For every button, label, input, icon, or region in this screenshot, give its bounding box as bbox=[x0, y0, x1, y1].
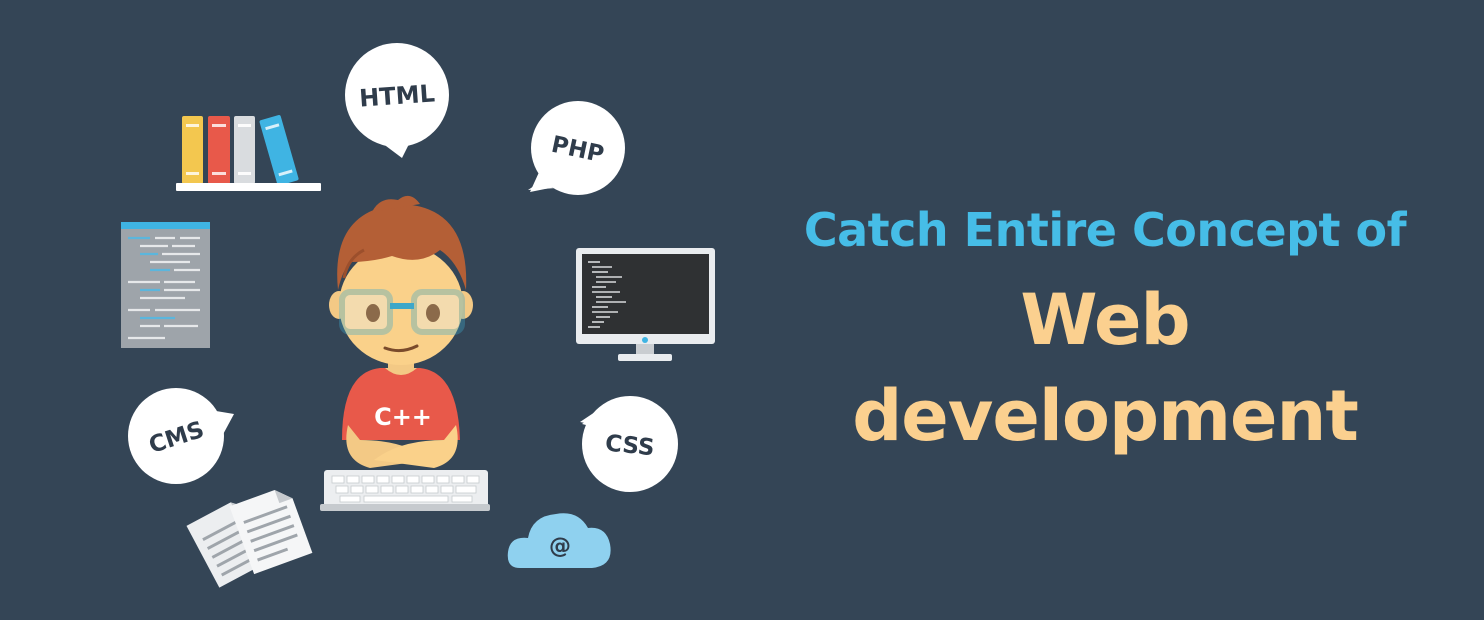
shirt-logo: C++ bbox=[374, 403, 432, 431]
speech-bubble-html: HTML bbox=[345, 43, 449, 158]
developer-character: C++ bbox=[329, 195, 473, 468]
monitor-code-icon bbox=[576, 248, 715, 361]
book-shelf-icon bbox=[176, 115, 321, 191]
cloud-at-symbol: @ bbox=[549, 534, 571, 559]
bubble-html-label: HTML bbox=[358, 79, 435, 112]
bubble-css-label: CSS bbox=[604, 430, 656, 461]
banner: HTML PHP C++ CMS CSS @ Catch Entire Conc… bbox=[0, 0, 1484, 620]
web-developer-illustration: HTML PHP C++ CMS CSS @ bbox=[121, 43, 715, 588]
speech-bubble-css: CSS bbox=[580, 396, 678, 492]
speech-bubble-php: PHP bbox=[528, 101, 625, 195]
cloud-email-icon: @ bbox=[507, 513, 611, 568]
headline-title: Web development bbox=[852, 279, 1359, 457]
headline: Catch Entire Concept of Web development bbox=[760, 190, 1450, 464]
code-document-icon bbox=[121, 222, 210, 348]
speech-bubble-cms: CMS bbox=[128, 388, 234, 484]
keyboard-icon bbox=[320, 470, 490, 511]
papers-icon bbox=[186, 490, 313, 588]
headline-subtitle: Catch Entire Concept of bbox=[803, 203, 1407, 257]
